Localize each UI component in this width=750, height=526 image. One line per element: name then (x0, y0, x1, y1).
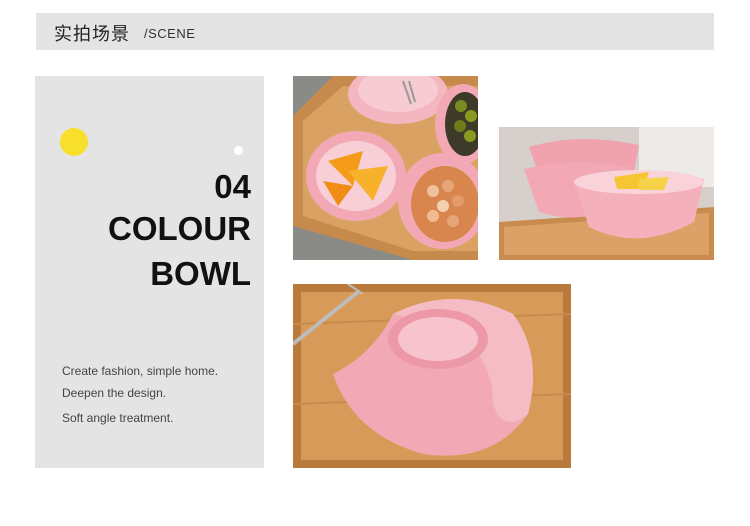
feature-description-1: Create fashion, simple home. (62, 364, 219, 378)
photo-bowls-with-fruit (293, 76, 478, 260)
feature-number: 04 (214, 168, 251, 205)
section-title: 实拍场景 (54, 24, 130, 45)
photo-stacked-bowls (499, 127, 714, 260)
yellow-dot-decoration (60, 128, 88, 156)
feature-panel: 04 COLOUR BOWL Create fashion, simple ho… (35, 76, 264, 468)
photo-upturned-bowl (293, 284, 571, 468)
feature-description-3: Soft angle treatment. (62, 411, 174, 425)
section-subtitle: /SCENE (144, 26, 196, 41)
feature-title-line1: COLOUR (108, 210, 251, 247)
feature-description-2: Deepen the design. (62, 386, 167, 400)
white-dot-decoration (234, 146, 243, 155)
section-header: 实拍场景 /SCENE (36, 13, 714, 50)
feature-title-line2: BOWL (150, 255, 251, 292)
